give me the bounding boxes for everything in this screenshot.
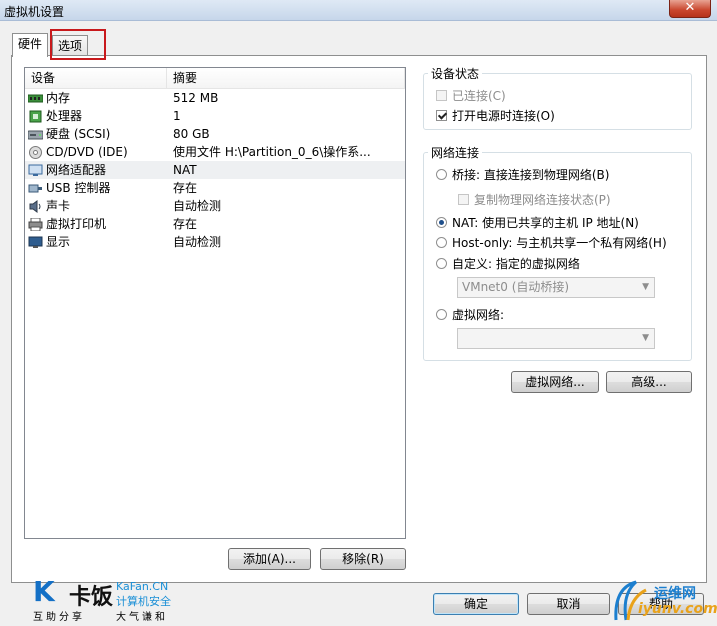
device-list[interactable]: 设备 摘要 内存 512 MB 处理器 1 硬盘 (SCSI) 80 GB CD… [24, 67, 406, 539]
close-button[interactable]: ✕ [669, 0, 711, 18]
iyunv-text: 运维网 [654, 586, 696, 602]
advanced-button[interactable]: 高级... [606, 371, 692, 393]
device-name: 处理器 [46, 109, 83, 123]
kafan-tagline-right: 大气谦和 [116, 612, 168, 623]
tab-hardware[interactable]: 硬件 [12, 33, 49, 57]
tab-options[interactable]: 选项 [52, 35, 89, 56]
device-name: 虚拟打印机 [46, 217, 107, 231]
device-summary: 80 GB [173, 127, 210, 141]
device-name: CD/DVD (IDE) [46, 145, 128, 159]
cd-dvd-icon [29, 145, 42, 159]
bridged-radio[interactable]: 桥接: 直接连接到物理网络(B) [436, 166, 609, 183]
device-row-sound-card[interactable]: 声卡 自动检测 [25, 197, 405, 215]
device-summary: 512 MB [173, 91, 219, 105]
hard-disk-icon [28, 130, 43, 139]
device-name: 内存 [46, 91, 71, 105]
ok-button[interactable]: 确定 [433, 593, 519, 615]
chevron-down-icon: ▼ [642, 333, 649, 343]
kafan-logo-letter: K [33, 575, 55, 608]
kafan-site: KaFan.CN [116, 580, 169, 593]
nat-radio[interactable]: NAT: 使用已共享的主机 IP 地址(N) [436, 214, 639, 231]
kafan-logo-name: 卡饭 [69, 585, 114, 610]
display-icon [28, 236, 43, 248]
device-row-cd-dvd[interactable]: CD/DVD (IDE) 使用文件 H:\Partition_0_6\操作系..… [25, 143, 405, 161]
kafan-tagline-left: 互助分享 [33, 612, 85, 623]
sound-card-icon [29, 199, 41, 213]
device-row-processor[interactable]: 处理器 1 [25, 107, 405, 125]
column-header-device[interactable]: 设备 [25, 68, 167, 88]
column-header-summary[interactable]: 摘要 [167, 68, 405, 88]
add-button[interactable]: 添加(A)... [228, 548, 311, 570]
virtual-network-radio[interactable]: 虚拟网络: [436, 306, 504, 323]
device-row-display[interactable]: 显示 自动检测 [25, 233, 405, 251]
kafan-watermark: K 卡饭 互助分享 KaFan.CN 计算机安全 大气谦和 [33, 575, 171, 624]
device-summary: 1 [173, 109, 181, 123]
printer-icon [28, 217, 43, 231]
usb-icon [28, 184, 42, 192]
device-name: 显示 [46, 235, 71, 249]
replicate-state-checkbox[interactable]: 复制物理网络连接状态(P) [458, 191, 611, 208]
device-status-title: 设备状态 [428, 65, 483, 82]
device-name: 网络适配器 [46, 163, 107, 177]
device-summary: 自动检测 [173, 235, 222, 249]
device-summary: 自动检测 [173, 199, 222, 213]
virtual-network-select[interactable]: ▼ [457, 328, 655, 349]
close-icon: ✕ [684, 0, 696, 15]
chevron-down-icon: ▼ [642, 282, 649, 292]
device-summary: 存在 [173, 217, 198, 231]
device-row-usb[interactable]: USB 控制器 存在 [25, 179, 405, 197]
memory-icon [28, 94, 43, 102]
device-row-hard-disk[interactable]: 硬盘 (SCSI) 80 GB [25, 125, 405, 143]
device-name: 硬盘 (SCSI) [46, 127, 111, 141]
device-name: USB 控制器 [46, 181, 111, 195]
list-header: 设备 摘要 [25, 68, 405, 89]
custom-network-select[interactable]: VMnet0 (自动桥接) ▼ [457, 277, 655, 298]
device-row-printer[interactable]: 虚拟打印机 存在 [25, 215, 405, 233]
connect-at-power-on-checkbox[interactable]: 打开电源时连接(O) [436, 107, 555, 124]
kafan-subtitle: 计算机安全 [116, 595, 171, 608]
device-row-network-adapter[interactable]: 网络适配器 NAT [25, 161, 405, 179]
custom-radio[interactable]: 自定义: 指定的虚拟网络 [436, 255, 580, 272]
processor-icon [29, 110, 42, 122]
device-summary: NAT [173, 163, 197, 177]
title-bar: 虚拟机设置 ✕ [0, 0, 717, 21]
device-summary: 使用文件 H:\Partition_0_6\操作系... [173, 145, 371, 159]
device-row-memory[interactable]: 内存 512 MB [25, 89, 405, 107]
device-name: 声卡 [46, 199, 71, 213]
iyunv-watermark: 运维网 iyunv.com [612, 578, 717, 626]
host-only-radio[interactable]: Host-only: 与主机共享一个私有网络(H) [436, 234, 667, 251]
iyunv-url: iyunv.com [638, 601, 717, 617]
window-title: 虚拟机设置 [4, 5, 65, 19]
device-summary: 存在 [173, 181, 198, 195]
cancel-button[interactable]: 取消 [527, 593, 610, 615]
virtual-network-button[interactable]: 虚拟网络... [511, 371, 599, 393]
network-connection-title: 网络连接 [428, 144, 483, 161]
connected-checkbox[interactable]: 已连接(C) [436, 87, 506, 104]
network-adapter-icon [28, 164, 43, 176]
remove-button[interactable]: 移除(R) [320, 548, 406, 570]
